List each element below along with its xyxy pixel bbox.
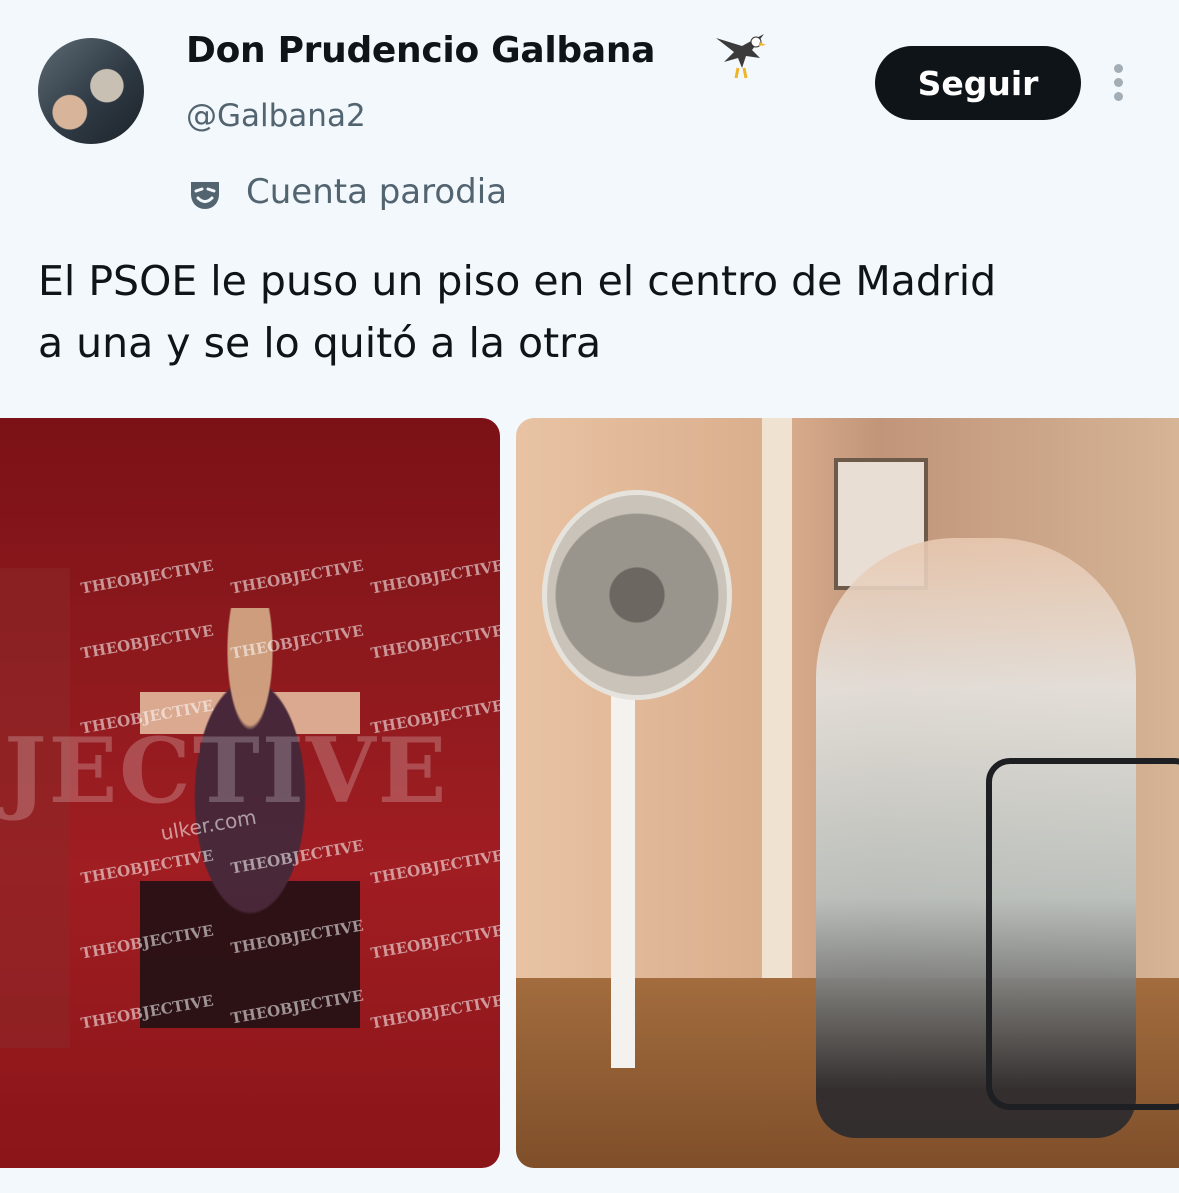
watermark: THEOBJECTIVE xyxy=(369,621,500,663)
parody-mask-icon xyxy=(191,182,219,209)
follow-button[interactable]: Seguir xyxy=(875,46,1081,120)
door-frame xyxy=(762,418,792,1018)
tweet-image-left[interactable]: JECTIVE THEOBJECTIVE THEOBJECTIVE THEOBJ… xyxy=(0,418,500,1168)
handle[interactable]: @Galbana2 xyxy=(186,98,366,134)
watermark: THEOBJECTIVE xyxy=(369,921,500,963)
eagle-icon xyxy=(716,34,766,79)
fan-icon xyxy=(542,490,732,700)
watermark: THEOBJECTIVE xyxy=(369,991,500,1033)
tweet-text: El PSOE le puso un piso en el centro de … xyxy=(38,257,997,367)
fan-pole xyxy=(611,688,635,1068)
watermark: THEOBJECTIVE xyxy=(369,556,500,598)
parody-account-label: Cuenta parodia xyxy=(246,172,508,212)
avatar[interactable] xyxy=(38,38,144,144)
watermark: THEOBJECTIVE xyxy=(229,556,365,598)
display-name[interactable]: Don Prudencio Galbana xyxy=(186,30,655,71)
watermark: THEOBJECTIVE xyxy=(79,556,215,598)
watermark: THEOBJECTIVE xyxy=(369,846,500,888)
wheelchair xyxy=(986,758,1179,1110)
more-options-icon[interactable] xyxy=(1108,64,1128,106)
tweet-image-right[interactable] xyxy=(516,418,1179,1168)
